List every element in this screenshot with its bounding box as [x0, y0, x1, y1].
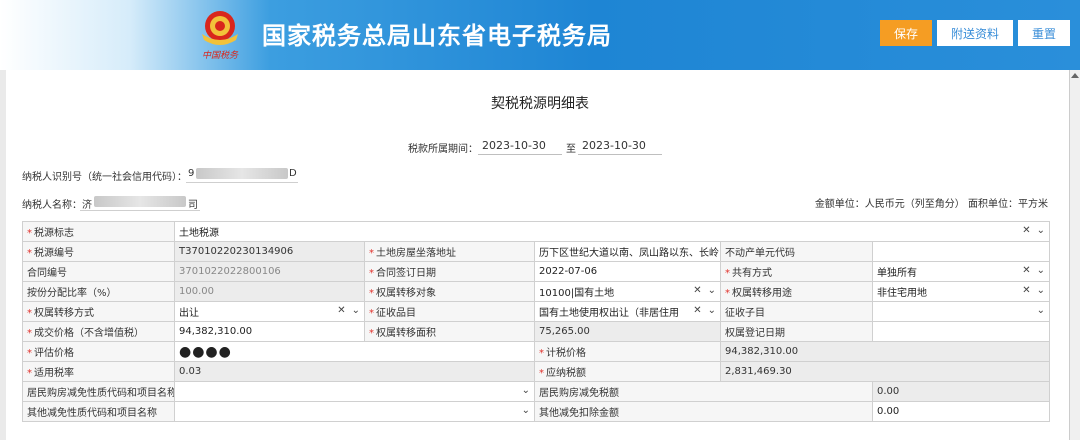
tax-rate-value: 0.03 [174, 361, 535, 382]
property-address-label: * 土地房屋坐落地址 [364, 241, 535, 262]
form-row-2: * 税源编号 T37010220230134906 * 土地房屋坐落地址 历下区世纪… [22, 241, 1051, 262]
vertical-scrollbar[interactable] [1069, 70, 1080, 440]
resident-exemption-amount-value: 0.00 [871, 381, 1051, 402]
levy-item-label: * 征收品目 [364, 301, 535, 322]
taxpayer-id-start: 9 [188, 168, 195, 179]
appraised-price-input[interactable]: ●●●● [174, 341, 535, 362]
resident-exemption-code-select[interactable]: ⌄ [174, 381, 535, 402]
scroll-up-icon[interactable] [1071, 73, 1079, 78]
transfer-object-select[interactable]: 10100|国有土地 ✕ ⌄ [534, 281, 721, 302]
taxpayer-id-mask [196, 168, 288, 179]
source-number-value: T37010220230134906 [174, 241, 365, 262]
property-address-input[interactable]: 历下区世纪大道以南、凤山路以东、长岭山 [534, 241, 721, 262]
reset-button[interactable]: 重置 [1018, 20, 1070, 46]
form-row-6: * 成交价格（不含增值税） 94,382,310.00 * 权属转移面积 75,26… [22, 321, 1051, 342]
chevron-down-icon: ⌄ [1036, 305, 1046, 316]
contract-number-label: 合同编号 [22, 261, 175, 282]
transfer-usage-label: * 权属转移用途 [720, 281, 873, 302]
period-label: 税款所属期间： [408, 144, 478, 155]
other-exemption-amount-label: 其他减免扣除金额 [534, 401, 873, 422]
form-row-4: 按份分配比率（%） 100.00 * 权属转移对象 10100|国有土地 ✕ ⌄ * 权… [22, 281, 1051, 302]
form-row-10: 其他减免性质代码和项目名称 ⌄ 其他减免扣除金额 0.00 [22, 401, 1051, 422]
clear-icon: ✕ [1022, 225, 1031, 236]
attach-documents-button[interactable]: 附送资料 [937, 20, 1013, 46]
taxable-price-label: * 计税价格 [534, 341, 721, 362]
taxpayer-id-end: D [289, 168, 297, 179]
registration-date-label: 权属登记日期 [720, 321, 873, 342]
other-exemption-amount-input[interactable]: 0.00 [871, 401, 1051, 422]
period-to-label: 至 [566, 144, 576, 155]
chevron-down-icon: ⌄ [1036, 285, 1046, 296]
chevron-down-icon: ⌄ [707, 285, 716, 296]
transfer-method-select[interactable]: 出让 ✕ ⌄ [174, 301, 365, 322]
clear-icon: ✕ [693, 305, 702, 316]
transaction-price-label: * 成交价格（不含增值税） [22, 321, 175, 342]
clear-icon: ✕ [1022, 285, 1031, 296]
form-row-5: * 权属转移方式 出让 ✕ ⌄ * 征收品目 国有土地使用权出让（非居住用 ✕ ⌄ 征收子目… [22, 301, 1051, 322]
chevron-down-icon: ⌄ [1036, 265, 1046, 276]
transfer-area-value: 75,265.00 [534, 321, 721, 342]
ownership-type-select[interactable]: 单独所有 ✕ ⌄ [871, 261, 1051, 282]
save-button[interactable]: 保存 [880, 20, 932, 46]
contract-date-input[interactable]: 2022-07-06 [534, 261, 721, 282]
chevron-down-icon: ⌄ [707, 305, 716, 316]
tax-emblem-icon: 中国税务 [202, 11, 239, 61]
registration-date-input[interactable] [871, 321, 1051, 342]
other-exemption-code-select[interactable]: ⌄ [174, 401, 535, 422]
form-row-7: * 评估价格 ●●●● * 计税价格 94,382,310.00 [22, 341, 1051, 362]
transaction-price-input[interactable]: 94,382,310.00 [174, 321, 365, 342]
left-border [0, 70, 6, 440]
site-title: 国家税务总局山东省电子税务局 [262, 22, 612, 50]
appraised-price-label: * 评估价格 [22, 341, 175, 362]
taxpayer-id-label: 纳税人识别号（统一社会信用代码）： [22, 172, 187, 183]
contract-date-label: * 合同签订日期 [364, 261, 535, 282]
resident-exemption-code-label: 居民购房减免性质代码和项目名称 [22, 381, 175, 402]
ownership-type-label: * 共有方式 [720, 261, 873, 282]
transfer-object-label: * 权属转移对象 [364, 281, 535, 302]
resident-exemption-amount-label: 居民购房减免税额 [534, 381, 873, 402]
site-header: 中国税务 国家税务总局山东省电子税务局 保存 附送资料 重置 [0, 0, 1080, 70]
contract-number-value: 3701022022800106 [174, 261, 365, 282]
source-flag-select[interactable]: 土地税源 ✕ ⌄ [173, 221, 1051, 242]
chevron-down-icon: ⌄ [521, 405, 530, 416]
property-unit-code-label: 不动产单元代码 [720, 241, 873, 262]
transfer-method-label: * 权属转移方式 [22, 301, 175, 322]
form-row-3: 合同编号 3701022022800106 * 合同签订日期 2022-07-06… [22, 261, 1051, 282]
taxpayer-name-start: 济 [82, 200, 92, 211]
tax-payable-label: * 应纳税额 [534, 361, 721, 382]
taxpayer-name-mask [94, 196, 186, 207]
transfer-area-label: * 权属转移面积 [364, 321, 535, 342]
levy-item-select[interactable]: 国有土地使用权出让（非居住用 ✕ ⌄ [534, 301, 721, 322]
chevron-down-icon: ⌄ [1036, 225, 1046, 236]
tax-rate-label: * 适用税率 [22, 361, 175, 382]
chevron-down-icon: ⌄ [521, 385, 530, 396]
period-start-input[interactable]: 2023-10-30 [478, 137, 562, 155]
source-number-label: * 税源编号 [22, 241, 175, 262]
tax-payable-value: 2,831,469.30 [719, 361, 1051, 382]
form-row-source-flag: * 税源标志 土地税源 ✕ ⌄ [22, 221, 1051, 242]
emblem-caption: 中国税务 [202, 50, 239, 61]
transfer-usage-select[interactable]: 非住宅用地 ✕ ⌄ [871, 281, 1051, 302]
share-ratio-label: 按份分配比率（%） [22, 281, 175, 302]
levy-subitem-label: 征收子目 [720, 301, 873, 322]
form-row-9: 居民购房减免性质代码和项目名称 ⌄ 居民购房减免税额 0.00 [22, 381, 1051, 402]
page-title: 契税税源明细表 [491, 96, 589, 112]
property-unit-code-input[interactable] [871, 241, 1051, 262]
clear-icon: ✕ [337, 305, 346, 316]
share-ratio-value: 100.00 [174, 281, 365, 302]
units-note: 金额单位：人民币元（列至角分） 面积单位：平方米 [814, 199, 1048, 210]
period-end-input[interactable]: 2023-10-30 [578, 137, 662, 155]
levy-subitem-select[interactable]: ⌄ [871, 301, 1051, 322]
taxpayer-name-label: 纳税人名称： [22, 200, 82, 211]
clear-icon: ✕ [1022, 265, 1031, 276]
tax-source-form: * 税源标志 土地税源 ✕ ⌄ * 税源编号 T37010220230134906 * 土… [22, 221, 1051, 422]
other-exemption-code-label: 其他减免性质代码和项目名称 [22, 401, 175, 422]
taxpayer-name-end: 司 [188, 200, 198, 211]
source-flag-label: * 税源标志 [22, 221, 175, 242]
form-row-8: * 适用税率 0.03 * 应纳税额 2,831,469.30 [22, 361, 1051, 382]
chevron-down-icon: ⌄ [351, 305, 360, 316]
clear-icon: ✕ [693, 285, 702, 296]
taxable-price-value: 94,382,310.00 [719, 341, 1051, 362]
